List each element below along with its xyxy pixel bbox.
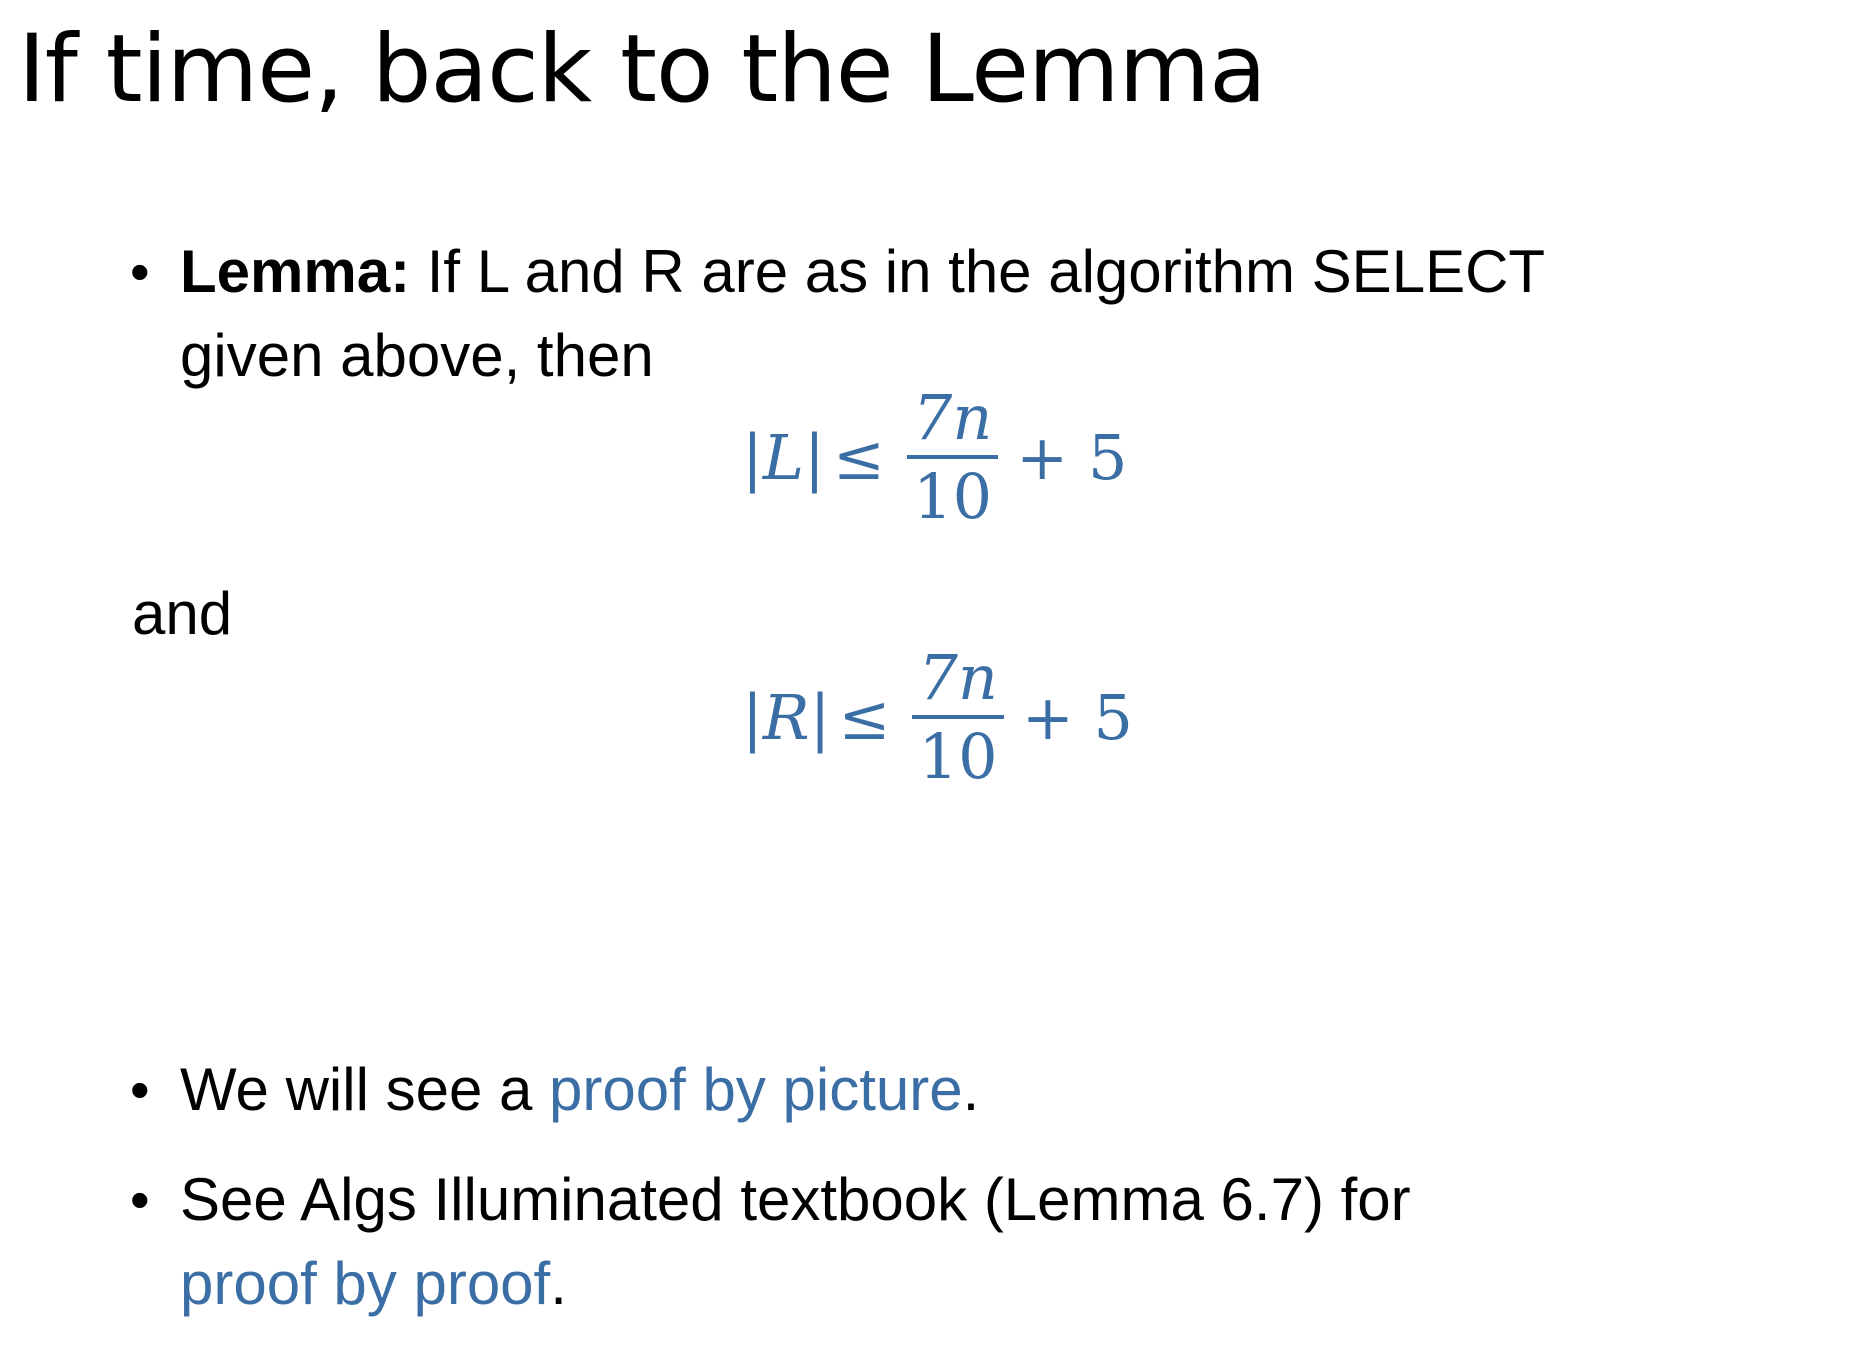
formula-l-lhs: |L| [742,420,825,494]
formula-r-lhs: |R| [742,680,831,754]
picture-text: We will see a proof by picture. [180,1048,979,1132]
lemma-line1: If L and R are as in the algorithm SELEC… [410,238,1546,305]
formula-l-denominator: 10 [913,460,993,534]
formula-r-denominator: 10 [918,720,998,794]
formula-l-relation: ≤ [832,420,885,494]
picture-before: We will see a [180,1056,550,1123]
bullet-dot: • [130,1058,150,1121]
picture-bullet: • We will see a proof by picture. [130,1048,979,1132]
formula-l-numerator: 7n [912,381,993,454]
textbook-line1: See Algs Illuminated textbook (Lemma 6.7… [180,1166,1411,1233]
formula-r-relation: ≤ [838,680,891,754]
bullet-dot: • [130,240,150,303]
and-connector: and [132,580,233,647]
proof-by-proof-link[interactable]: proof by proof [180,1250,550,1317]
lemma-text: Lemma: If L and R are as in the algorith… [180,230,1545,398]
lemma-bullet: • Lemma: If L and R are as in the algori… [130,230,1545,398]
formula-l-fraction: 7n 10 [906,381,999,534]
formula-r-numerator: 7n [918,641,998,714]
formula-r-fraction: 7n 10 [912,641,1004,794]
formula-l-bound: |L| ≤ 7n 10 + 5 [742,382,1127,533]
textbook-bullet: • See Algs Illuminated textbook (Lemma 6… [130,1158,1411,1326]
textbook-text: See Algs Illuminated textbook (Lemma 6.7… [180,1158,1411,1326]
textbook-after: . [550,1250,567,1317]
proof-by-picture-link[interactable]: proof by picture [549,1056,963,1123]
formula-r-tail: + 5 [1021,680,1133,754]
lemma-line2: given above, then [180,322,654,389]
formula-l-tail: + 5 [1016,420,1128,494]
slide-title: If time, back to the Lemma [18,15,1267,124]
lemma-label: Lemma: [180,238,411,305]
picture-after: . [962,1056,980,1123]
formula-l-fraction-bar [906,455,999,460]
formula-r-bound: |R| ≤ 7n 10 + 5 [742,642,1133,793]
bullet-dot: • [130,1168,150,1231]
formula-r-fraction-bar [912,715,1004,720]
